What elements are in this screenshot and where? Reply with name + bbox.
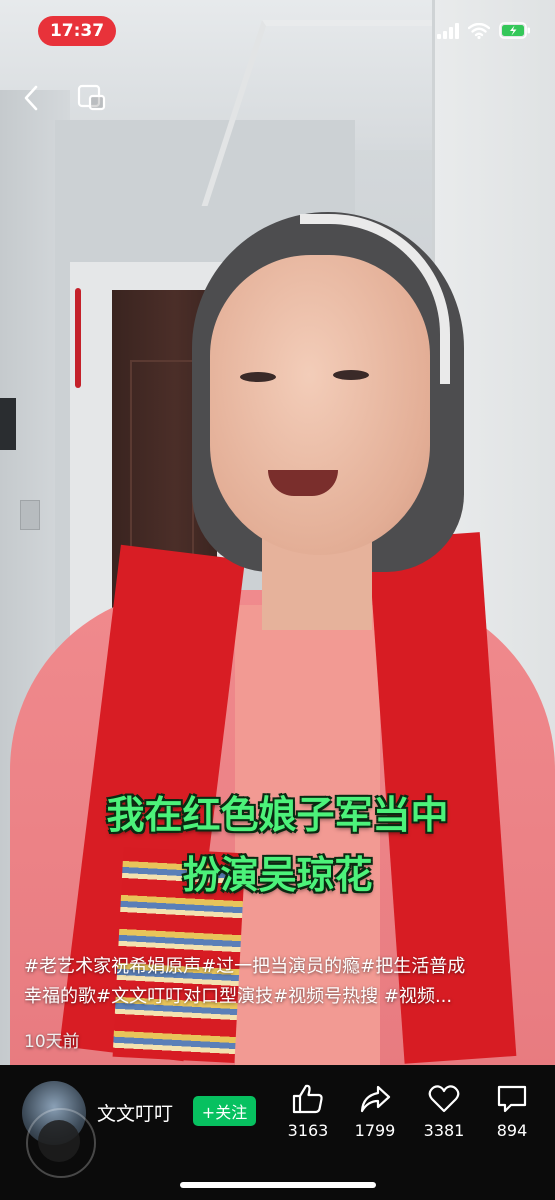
- video-subtitle-line1: 我在红色娘子军当中: [106, 793, 449, 837]
- post-time: 10天前: [24, 1032, 80, 1052]
- status-time: 17:37: [38, 16, 116, 46]
- scene-tv-edge: [0, 398, 16, 450]
- floating-ball[interactable]: [38, 1120, 80, 1162]
- share-count: 1799: [354, 1121, 396, 1140]
- battery-icon: [499, 22, 530, 39]
- comment-count: 894: [496, 1121, 528, 1140]
- back-icon[interactable]: [20, 84, 42, 112]
- like-button[interactable]: 3163: [278, 1083, 338, 1140]
- share-button[interactable]: 1799: [345, 1083, 405, 1140]
- comment-button[interactable]: 894: [482, 1083, 542, 1140]
- comment-icon: [497, 1085, 527, 1113]
- signal-icon: [437, 22, 459, 39]
- favorite-count: 3381: [423, 1121, 465, 1140]
- video-screen: 17:37 我在红色娘子军当中 扮演吴琼花 #老艺术家祝希娟原声#过一把当演员的…: [0, 0, 555, 1200]
- scene-red-ornament: [75, 288, 81, 388]
- follow-button[interactable]: +关注: [193, 1096, 256, 1126]
- description-line2: 幸福的歌#文文叮叮对口型演技#视频号热搜 #视频...: [24, 986, 453, 1007]
- like-count: 3163: [287, 1121, 329, 1140]
- float-window-icon[interactable]: [77, 84, 107, 112]
- scene-light-switch: [20, 500, 40, 530]
- video-description[interactable]: #老艺术家祝希娟原声#过一把当演员的瘾#把生活普成 幸福的歌#文文叮叮对口型演技…: [24, 952, 536, 1012]
- person-headband: [300, 214, 450, 384]
- person-eye-right: [333, 370, 369, 380]
- thumbs-up-icon: [292, 1084, 323, 1114]
- favorite-button[interactable]: 3381: [414, 1083, 474, 1140]
- heart-icon: [428, 1085, 460, 1113]
- person-eye-left: [240, 372, 276, 382]
- video-subtitle-line2: 扮演吴琼花: [182, 853, 373, 897]
- status-icons: [437, 22, 531, 39]
- video-player[interactable]: [0, 0, 555, 1065]
- share-icon: [360, 1085, 391, 1113]
- home-indicator[interactable]: [180, 1182, 376, 1188]
- description-line1: #老艺术家祝希娟原声#过一把当演员的瘾#把生活普成: [24, 956, 466, 977]
- wifi-icon: [468, 22, 490, 39]
- author-name[interactable]: 文文叮叮: [97, 1099, 173, 1126]
